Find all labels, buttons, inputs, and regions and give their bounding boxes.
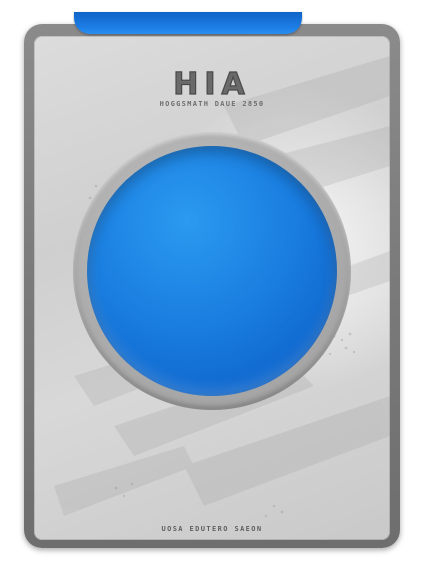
brand-block: HIA HOGGSMATH DAUE 2850 — [0, 66, 424, 108]
brand-logo-text: HIA — [173, 67, 251, 102]
brand-subline: HOGGSMATH DAUE 2850 — [160, 100, 265, 108]
blue-orb-icon — [87, 146, 337, 396]
brand-logo: HIA HOGGSMATH DAUE 2850 — [160, 66, 265, 108]
top-blue-tab — [74, 12, 302, 34]
orb-bezel — [73, 132, 351, 410]
footer-text: UOSA EDUTERO SAEON — [161, 525, 262, 533]
footer: UOSA EDUTERO SAEON — [0, 522, 424, 534]
